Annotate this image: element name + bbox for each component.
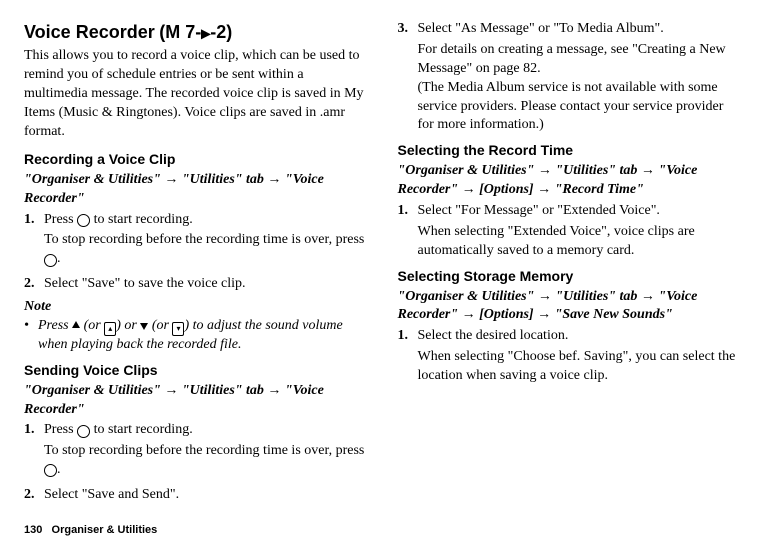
down-key-icon: ▾ [172, 322, 184, 336]
text-b: . [57, 251, 61, 266]
text-b: to start recording. [90, 212, 193, 227]
step-number: 2. [24, 275, 44, 294]
step-body: Select the desired location. [418, 327, 740, 346]
right-column: 3. Select "As Message" or "To Media Albu… [398, 20, 740, 507]
note-text: Press (or ▴) or (or ▾) to adjust the sou… [38, 317, 366, 355]
step-body: Press to start recording. [44, 421, 366, 440]
sending-step-3-detail: For details on creating a message, see "… [418, 41, 740, 135]
step-number: 1. [398, 327, 418, 346]
record-time-step-1: 1. Select "For Message" or "Extended Voi… [398, 202, 740, 221]
text-a: To stop recording before the recording t… [44, 443, 364, 458]
sending-step-3: 3. Select "As Message" or "To Media Albu… [398, 20, 740, 39]
step-number: 1. [398, 202, 418, 221]
up-icon [72, 321, 80, 328]
menu-code: (M 7-▸-2) [159, 22, 232, 42]
note-label: Note [24, 298, 366, 317]
footer-section: Organiser & Utilities [52, 524, 158, 536]
t-a: Press [38, 318, 72, 333]
storage-heading: Selecting Storage Memory [398, 267, 740, 286]
t-c: ) or [116, 318, 140, 333]
page-footer: 130 Organiser & Utilities [24, 523, 157, 538]
step-body: Select "For Message" or "Extended Voice"… [418, 202, 740, 221]
intro-paragraph: This allows you to record a voice clip, … [24, 47, 366, 141]
text-b: to start recording. [90, 422, 193, 437]
center-key-icon [77, 425, 90, 438]
record-time-step-1-detail: When selecting "Extended Voice", voice c… [418, 223, 740, 261]
recording-step-2: 2. Select "Save" to save the voice clip. [24, 275, 366, 294]
right-arrow-icon: ▸ [201, 21, 210, 45]
storage-step-1: 1. Select the desired location. [398, 327, 740, 346]
step-number: 3. [398, 20, 418, 39]
recording-step-1-detail: To stop recording before the recording t… [44, 231, 366, 269]
text-a: Press [44, 422, 77, 437]
t-b: (or [80, 318, 104, 333]
center-key-icon [44, 464, 57, 477]
bullet: • [24, 317, 38, 355]
sending-step-1-detail: To stop recording before the recording t… [44, 442, 366, 480]
page-columns: Voice Recorder (M 7-▸-2) This allows you… [24, 20, 739, 507]
step-body: Press to start recording. [44, 211, 366, 230]
record-time-heading: Selecting the Record Time [398, 141, 740, 160]
step-body: Select "Save and Send". [44, 486, 366, 505]
recording-step-1: 1. Press to start recording. [24, 211, 366, 230]
code-prefix: (M 7- [159, 22, 201, 42]
t-d: (or [148, 318, 172, 333]
text-b: . [57, 462, 61, 477]
step-body: Select "Save" to save the voice clip. [44, 275, 366, 294]
left-column: Voice Recorder (M 7-▸-2) This allows you… [24, 20, 366, 507]
text-a: Press [44, 212, 77, 227]
step-number: 1. [24, 421, 44, 440]
up-key-icon: ▴ [104, 322, 116, 336]
code-suffix: -2) [210, 22, 232, 42]
step-number: 2. [24, 486, 44, 505]
sending-path: "Organiser & Utilities" → "Utilities" ta… [24, 382, 366, 420]
page-number: 130 [24, 524, 42, 536]
recording-heading: Recording a Voice Clip [24, 150, 366, 169]
step-body: Select "As Message" or "To Media Album". [418, 20, 740, 39]
storage-step-1-detail: When selecting "Choose bef. Saving", you… [418, 348, 740, 386]
sending-step-1: 1. Press to start recording. [24, 421, 366, 440]
note-body: • Press (or ▴) or (or ▾) to adjust the s… [24, 317, 366, 355]
title-text: Voice Recorder [24, 22, 155, 42]
text-a: To stop recording before the recording t… [44, 232, 364, 247]
center-key-icon [77, 214, 90, 227]
recording-path: "Organiser & Utilities" → "Utilities" ta… [24, 171, 366, 209]
down-icon [140, 323, 148, 330]
sending-heading: Sending Voice Clips [24, 361, 366, 380]
center-key-icon [44, 254, 57, 267]
record-time-path: "Organiser & Utilities" → "Utilities" ta… [398, 162, 740, 200]
step-number: 1. [24, 211, 44, 230]
storage-path: "Organiser & Utilities" → "Utilities" ta… [398, 288, 740, 326]
page-title: Voice Recorder (M 7-▸-2) [24, 20, 366, 45]
sending-step-2: 2. Select "Save and Send". [24, 486, 366, 505]
